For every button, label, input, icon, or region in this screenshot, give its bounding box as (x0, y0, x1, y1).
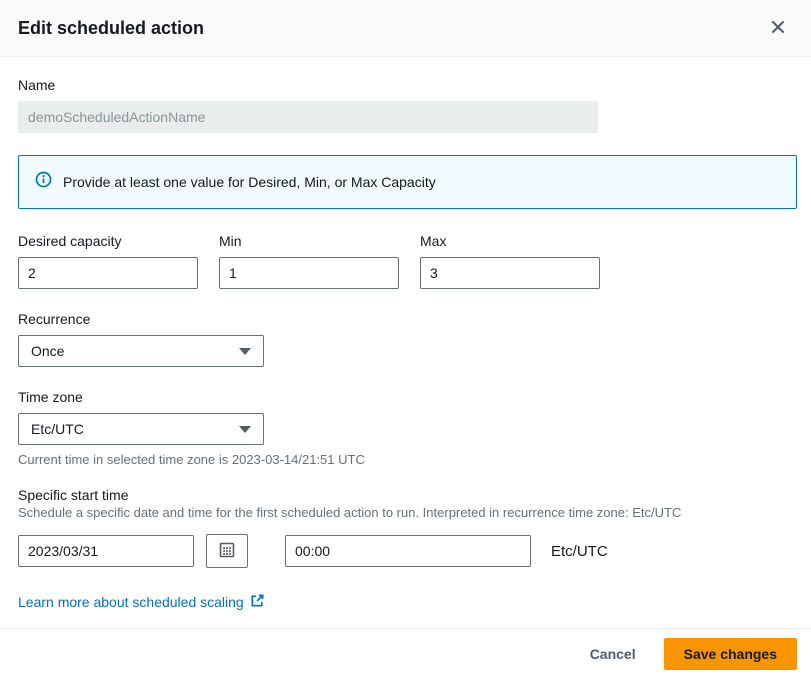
max-label: Max (420, 233, 600, 249)
chevron-down-icon (239, 426, 251, 433)
time-zone-selected-value: Etc/UTC (31, 421, 84, 437)
name-input (18, 101, 598, 133)
start-time-input[interactable] (285, 535, 531, 567)
modal-body: Name Provide at least one value for Desi… (0, 57, 811, 628)
modal-header: Edit scheduled action (0, 0, 811, 57)
save-changes-button[interactable]: Save changes (664, 638, 797, 670)
close-icon (769, 18, 787, 39)
min-input[interactable] (219, 257, 399, 289)
learn-more-link-label: Learn more about scheduled scaling (18, 594, 244, 610)
chevron-down-icon (239, 348, 251, 355)
learn-more-link[interactable]: Learn more about scheduled scaling (18, 593, 265, 611)
capacity-row: Desired capacity Min Max (18, 233, 793, 289)
modal-footer: Cancel Save changes (0, 628, 811, 679)
calendar-icon (219, 542, 235, 561)
close-button[interactable] (765, 14, 791, 43)
desired-capacity-field: Desired capacity (18, 233, 198, 289)
current-time-helper: Current time in selected time zone is 20… (18, 452, 793, 467)
time-zone-select[interactable]: Etc/UTC (18, 413, 264, 445)
max-capacity-field: Max (420, 233, 600, 289)
recurrence-field: Recurrence Once (18, 311, 793, 367)
specific-start-time-description: Schedule a specific date and time for th… (18, 505, 793, 520)
desired-capacity-input[interactable] (18, 257, 198, 289)
info-icon (35, 171, 52, 193)
external-link-icon (250, 593, 265, 611)
recurrence-select[interactable]: Once (18, 335, 264, 367)
edit-scheduled-action-modal: Edit scheduled action Name Provide at l (0, 0, 811, 679)
start-date-input[interactable] (18, 535, 194, 567)
info-alert: Provide at least one value for Desired, … (18, 155, 797, 209)
start-time-row: Etc/UTC (18, 534, 793, 568)
modal-title: Edit scheduled action (18, 18, 204, 39)
timezone-suffix: Etc/UTC (551, 543, 608, 560)
desired-capacity-label: Desired capacity (18, 233, 198, 249)
cancel-button[interactable]: Cancel (590, 646, 636, 662)
recurrence-selected-value: Once (31, 343, 64, 359)
min-label: Min (219, 233, 399, 249)
name-label: Name (18, 77, 793, 93)
specific-start-time-label: Specific start time (18, 487, 793, 503)
calendar-picker-button[interactable] (206, 534, 248, 568)
specific-start-time-field: Specific start time Schedule a specific … (18, 487, 793, 568)
name-field: Name (18, 77, 793, 133)
alert-message: Provide at least one value for Desired, … (63, 174, 436, 190)
min-capacity-field: Min (219, 233, 399, 289)
time-zone-field: Time zone Etc/UTC Current time in select… (18, 389, 793, 467)
max-input[interactable] (420, 257, 600, 289)
recurrence-label: Recurrence (18, 311, 793, 327)
time-zone-label: Time zone (18, 389, 793, 405)
